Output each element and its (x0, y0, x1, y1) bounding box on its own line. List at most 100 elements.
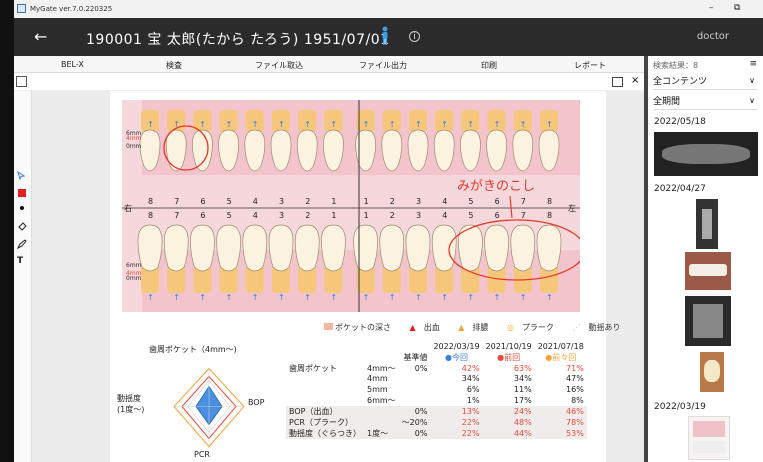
pocket-arrow: ↑ (330, 293, 337, 302)
lower-tooth[interactable] (137, 224, 163, 272)
lower-tooth[interactable] (321, 224, 346, 272)
tooth-number-lower: 1 (364, 211, 369, 220)
menu-file-import[interactable]: ファイル取込 (255, 60, 303, 71)
pocket-arrow: ↑ (415, 293, 422, 302)
date-current: 2022/03/19 (433, 341, 480, 351)
dot-size-icon[interactable] (20, 206, 24, 210)
metric-range: 5mm (367, 384, 388, 394)
metric-name: 歯周ポケット (289, 363, 337, 373)
pocket-arrow: ↑ (441, 293, 448, 302)
patient-header: ← 190001 宝 太郎(たから たろう) 1951/07/01 i doct… (14, 18, 763, 56)
lower-tooth[interactable] (405, 224, 431, 272)
menu-file-export[interactable]: ファイル出力 (359, 60, 407, 71)
tooth-number-lower: 5 (468, 211, 473, 220)
pen-icon[interactable] (17, 239, 27, 249)
tooth-number-lower: 7 (521, 211, 526, 220)
menu-report[interactable]: レポート (574, 60, 606, 71)
pocket-arrow: ↑ (304, 120, 311, 129)
tooth-number-lower: 7 (174, 211, 179, 220)
date-group-1: 2022/05/18 (654, 117, 706, 127)
lower-tooth[interactable] (216, 224, 241, 272)
lower-tooth[interactable] (379, 224, 405, 272)
dental-xray-thumbnail[interactable] (696, 199, 718, 249)
value-current: 42% (461, 363, 480, 373)
stats-row: PCR（プラーク） 〜20% 22% 48% 78% (286, 416, 587, 428)
menu-print[interactable]: 印刷 (481, 60, 497, 71)
app-window: MyGate ver.7.0.220325 – ⧉ ← 190001 宝 太郎(… (14, 0, 763, 462)
zoom-icon[interactable] (16, 76, 27, 87)
content-filter-value: 全コンテンツ (653, 77, 708, 87)
stats-row: 6mm〜 1% 17% 8% (286, 395, 587, 406)
tooth-number-lower: 4 (442, 211, 447, 220)
pocket-arrow: ↑ (278, 293, 285, 302)
lower-tooth[interactable] (353, 224, 378, 272)
lower-tooth[interactable] (190, 224, 215, 272)
metric-standard (399, 395, 431, 406)
patient-info: 190001 宝 太郎(たから たろう) 1951/07/01 (86, 32, 390, 48)
tooth-number-upper: 5 (227, 197, 232, 206)
value-previous: 17% (513, 395, 532, 405)
back-arrow-icon[interactable]: ← (34, 27, 47, 46)
stats-table: 2022/03/19 2021/10/19 2021/07/18 基準値 ●今回… (286, 341, 587, 439)
xray-thumbnail[interactable] (685, 296, 731, 346)
metric-name: BOP（出血） (286, 405, 364, 417)
chevron-down-icon: ∨ (749, 76, 755, 85)
pointer-icon[interactable] (17, 171, 26, 180)
pocket-arrow: ↑ (147, 293, 154, 302)
metric-range: 6mm〜 (367, 395, 396, 405)
period-select[interactable]: 全期間 ∨ (653, 94, 757, 110)
tooth-number-lower: 2 (305, 211, 310, 220)
value-current: 1% (466, 395, 480, 405)
content-filter-select[interactable]: 全コンテンツ ∨ (653, 74, 757, 90)
pocket-arrow: ↑ (546, 293, 553, 302)
tooth-number-lower: 1 (331, 211, 336, 220)
tooth-number-upper: 8 (148, 197, 153, 206)
tooth-number-upper: 1 (364, 197, 369, 206)
stats-row: 歯周ポケット 4mm〜 0% 42% 63% 71% (286, 363, 587, 374)
report-thumbnail[interactable] (688, 416, 730, 460)
value-before-previous: 78% (534, 416, 587, 428)
value-before-previous: 47% (566, 374, 584, 384)
date-previous: 2021/10/19 (485, 341, 532, 351)
pocket-arrow: ↑ (226, 293, 233, 302)
lower-tooth[interactable] (484, 224, 509, 272)
pocket-arrow: ↑ (147, 120, 154, 129)
value-previous: 34% (513, 374, 532, 384)
metric-name: PCR（プラーク） (286, 416, 364, 428)
close-viewer-button[interactable]: × (631, 75, 639, 86)
lower-tooth[interactable] (536, 224, 562, 272)
chart-legend: ポケットの深さ ▲ 出血 ▲ 排膿 ◎ プラーク ⋰ 動揺あり (324, 322, 636, 333)
menu-exam[interactable]: 検査 (166, 60, 182, 71)
metric-name (286, 374, 364, 385)
intraoral-photo-thumbnail[interactable] (685, 252, 731, 290)
lower-tooth[interactable] (268, 224, 294, 272)
lower-tooth[interactable] (163, 224, 189, 272)
text-tool-icon[interactable]: T (17, 256, 23, 266)
lower-tooth[interactable] (294, 224, 320, 272)
lower-tooth[interactable] (242, 224, 268, 272)
minimize-button[interactable]: – (709, 3, 714, 13)
side-left-label: 左 (568, 203, 576, 213)
periodontal-tooth-chart: ↑ ↑ ↑ ↑ ↑ ↑ ↑ ↑ ↑ ↑ ↑ ↑ ↑ ↑ ↑ ↑ ↑ ↑ ↑ ↑ ↑ ↑ ↑ ↑ ↑ ↑ ↑ ↑ ↑ ↑ ↑ ↑ 887766… (122, 100, 580, 312)
pocket-arrow: ↑ (304, 293, 311, 302)
lower-tooth[interactable] (431, 224, 457, 272)
value-before-previous: 71% (566, 363, 584, 373)
menu-bel-x[interactable]: BEL-X (61, 60, 84, 69)
user-name[interactable]: doctor (697, 31, 729, 42)
lower-tooth[interactable] (510, 224, 536, 272)
metric-name (286, 395, 364, 406)
panoramic-xray-thumbnail[interactable] (654, 132, 758, 176)
legend-pus: ▲ 排膿 (458, 323, 489, 332)
filter-icon[interactable]: ≡ (749, 59, 757, 69)
stats-row: BOP（出血） 0% 13% 24% 46% (286, 405, 587, 417)
restore-button[interactable]: ⧉ (734, 3, 740, 13)
pocket-arrow: ↑ (252, 293, 259, 302)
radar-title: 歯周ポケット（4mm〜) (149, 345, 237, 354)
info-icon[interactable]: i (409, 31, 420, 42)
save-icon[interactable] (612, 77, 623, 87)
pocket-arrow: ↑ (494, 120, 501, 129)
eraser-icon[interactable] (17, 221, 27, 231)
tooth-photo-thumbnail[interactable] (700, 352, 724, 392)
metric-name: 動揺度（ぐらつき） (286, 427, 364, 439)
red-color-swatch[interactable] (18, 189, 26, 197)
